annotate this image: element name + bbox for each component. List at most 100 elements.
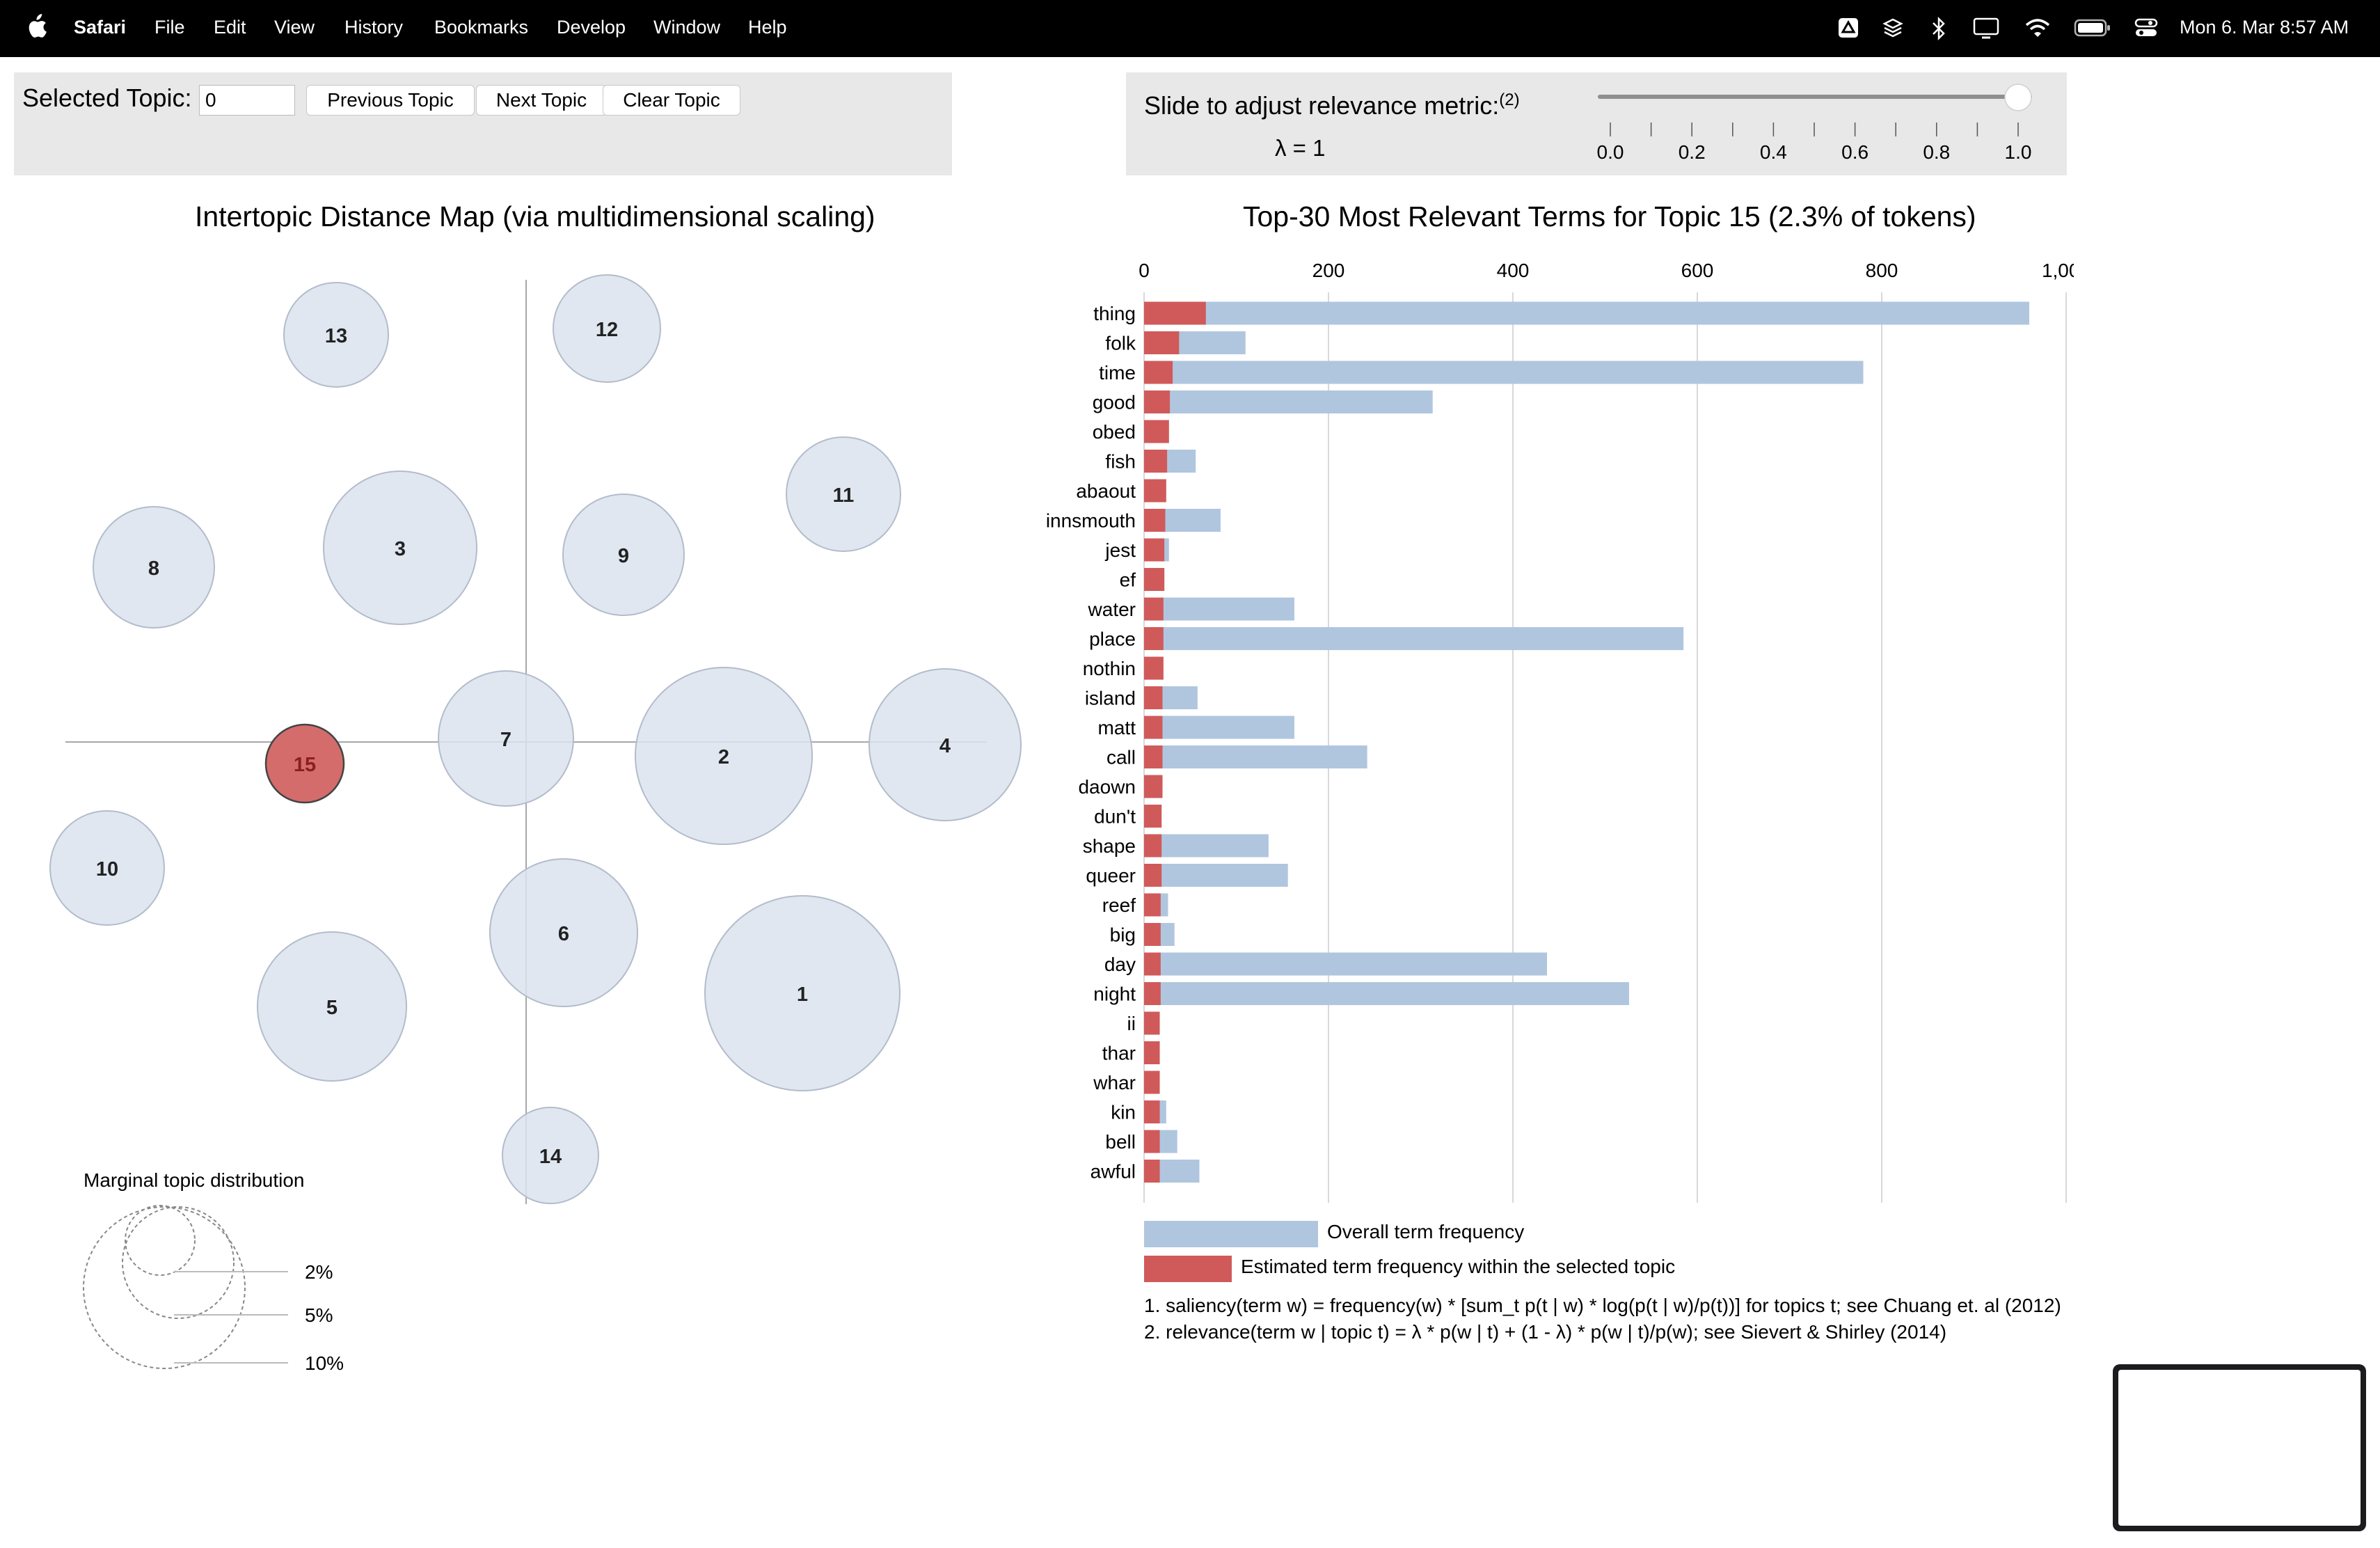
- term-label-ii[interactable]: ii: [1127, 1013, 1136, 1034]
- term-label-kin[interactable]: kin: [1111, 1102, 1136, 1123]
- topic-label-13[interactable]: 13: [325, 325, 347, 347]
- next-topic-button[interactable]: Next Topic: [476, 85, 607, 116]
- topic-bar-good[interactable]: [1144, 390, 1171, 413]
- topic-bar-place[interactable]: [1144, 627, 1164, 650]
- topic-label-6[interactable]: 6: [558, 923, 569, 945]
- term-label-place[interactable]: place: [1089, 629, 1136, 650]
- topic-bar-abaout[interactable]: [1144, 479, 1166, 503]
- relevance-slider[interactable]: 0.0 0.2 0.4 0.6 0.8 1.0: [1126, 72, 2067, 175]
- overall-bar-shape[interactable]: [1144, 834, 1269, 858]
- term-label-reef[interactable]: reef: [1102, 894, 1136, 916]
- overall-bar-queer[interactable]: [1144, 864, 1288, 887]
- term-label-abaout[interactable]: abaout: [1076, 480, 1136, 502]
- display-icon[interactable]: [1972, 17, 2000, 39]
- topic-bar-obed[interactable]: [1144, 420, 1169, 443]
- topic-label-5[interactable]: 5: [326, 997, 338, 1019]
- overall-bar-water[interactable]: [1144, 597, 1294, 621]
- term-label-shape[interactable]: shape: [1083, 835, 1136, 857]
- overall-bar-night[interactable]: [1144, 982, 1629, 1005]
- overall-bar-day[interactable]: [1144, 952, 1548, 976]
- topic-bar-bell[interactable]: [1144, 1130, 1160, 1153]
- screenshot-thumbnail[interactable]: [2113, 1364, 2366, 1531]
- topic-bar-day[interactable]: [1144, 952, 1161, 976]
- apple-menu-icon[interactable]: [25, 13, 47, 40]
- topic-bar-fish[interactable]: [1144, 450, 1168, 473]
- term-label-daown[interactable]: daown: [1078, 776, 1136, 798]
- topic-bar-water[interactable]: [1144, 597, 1164, 621]
- topic-bar-innsmouth[interactable]: [1144, 509, 1166, 532]
- wifi-icon[interactable]: [2024, 17, 2052, 39]
- term-label-call[interactable]: call: [1106, 747, 1136, 768]
- term-label-good[interactable]: good: [1093, 392, 1136, 413]
- topic-bar-shape[interactable]: [1144, 834, 1162, 858]
- topic-label-3[interactable]: 3: [395, 538, 406, 560]
- topic-label-10[interactable]: 10: [96, 858, 118, 880]
- term-label-ef[interactable]: ef: [1120, 569, 1136, 591]
- slider-thumb[interactable]: [2004, 84, 2032, 111]
- topic-bar-queer[interactable]: [1144, 864, 1162, 887]
- topic-label-7[interactable]: 7: [500, 729, 511, 751]
- topic-bar-daown[interactable]: [1144, 775, 1163, 798]
- layers-icon[interactable]: [1882, 17, 1904, 39]
- topic-label-2[interactable]: 2: [718, 746, 729, 768]
- topic-bar-kin[interactable]: [1144, 1100, 1160, 1123]
- term-label-time[interactable]: time: [1099, 362, 1136, 384]
- topic-label-8[interactable]: 8: [148, 558, 159, 580]
- menu-edit[interactable]: Edit: [214, 17, 246, 38]
- topic-label-9[interactable]: 9: [618, 545, 629, 567]
- menu-history[interactable]: History: [344, 17, 403, 38]
- term-label-whar[interactable]: whar: [1093, 1072, 1136, 1093]
- topic-bar-awful[interactable]: [1144, 1160, 1160, 1183]
- topic-bar-nothin[interactable]: [1144, 656, 1164, 680]
- topic-bar-whar[interactable]: [1144, 1071, 1160, 1094]
- term-label-day[interactable]: day: [1104, 954, 1136, 975]
- topic-bar-ef[interactable]: [1144, 568, 1165, 591]
- term-label-jest[interactable]: jest: [1104, 539, 1136, 561]
- drive-icon[interactable]: [1837, 17, 1859, 39]
- term-label-obed[interactable]: obed: [1093, 421, 1136, 443]
- overall-bar-good[interactable]: [1144, 390, 1433, 413]
- topic-label-12[interactable]: 12: [596, 319, 618, 341]
- menu-bookmarks[interactable]: Bookmarks: [434, 17, 528, 38]
- term-label-big[interactable]: big: [1110, 924, 1136, 946]
- term-label-thar[interactable]: thar: [1102, 1043, 1136, 1064]
- term-label-queer[interactable]: queer: [1086, 865, 1136, 887]
- term-label-awful[interactable]: awful: [1090, 1161, 1136, 1183]
- overall-bar-place[interactable]: [1144, 627, 1684, 650]
- menu-help[interactable]: Help: [748, 17, 787, 38]
- topic-bar-thing[interactable]: [1144, 301, 1206, 325]
- topic-bar-dun't[interactable]: [1144, 805, 1162, 828]
- overall-bar-thing[interactable]: [1144, 301, 2029, 325]
- topic-bar-reef[interactable]: [1144, 893, 1161, 917]
- term-label-bell[interactable]: bell: [1105, 1131, 1136, 1153]
- topic-label-1[interactable]: 1: [797, 984, 808, 1006]
- battery-icon[interactable]: [2074, 17, 2111, 39]
- term-label-island[interactable]: island: [1085, 688, 1136, 709]
- bluetooth-icon[interactable]: [1930, 17, 1947, 40]
- term-label-innsmouth[interactable]: innsmouth: [1046, 510, 1136, 532]
- topic-bar-island[interactable]: [1144, 686, 1163, 709]
- overall-bar-time[interactable]: [1144, 361, 1864, 384]
- menu-file[interactable]: File: [154, 17, 185, 38]
- menu-app-name[interactable]: Safari: [74, 17, 126, 38]
- menu-develop[interactable]: Develop: [557, 17, 626, 38]
- term-label-folk[interactable]: folk: [1105, 333, 1136, 354]
- topic-bar-folk[interactable]: [1144, 331, 1180, 354]
- term-label-matt[interactable]: matt: [1098, 717, 1136, 739]
- topic-label-11[interactable]: 11: [833, 484, 855, 507]
- term-label-fish[interactable]: fish: [1105, 451, 1136, 473]
- topic-bar-thar[interactable]: [1144, 1041, 1160, 1064]
- menu-window[interactable]: Window: [653, 17, 720, 38]
- menu-clock[interactable]: Mon 6. Mar 8:57 AM: [2180, 17, 2349, 38]
- selected-topic-input[interactable]: [199, 85, 295, 116]
- slider-track[interactable]: [1598, 95, 2032, 99]
- topic-bar-jest[interactable]: [1144, 538, 1165, 562]
- control-center-icon[interactable]: [2134, 17, 2159, 39]
- previous-topic-button[interactable]: Previous Topic: [306, 85, 475, 116]
- topic-bar-night[interactable]: [1144, 982, 1161, 1005]
- topic-bar-big[interactable]: [1144, 923, 1161, 946]
- term-label-night[interactable]: night: [1093, 984, 1136, 1005]
- term-label-nothin[interactable]: nothin: [1083, 658, 1136, 679]
- topic-bar-time[interactable]: [1144, 361, 1173, 384]
- clear-topic-button[interactable]: Clear Topic: [603, 85, 740, 116]
